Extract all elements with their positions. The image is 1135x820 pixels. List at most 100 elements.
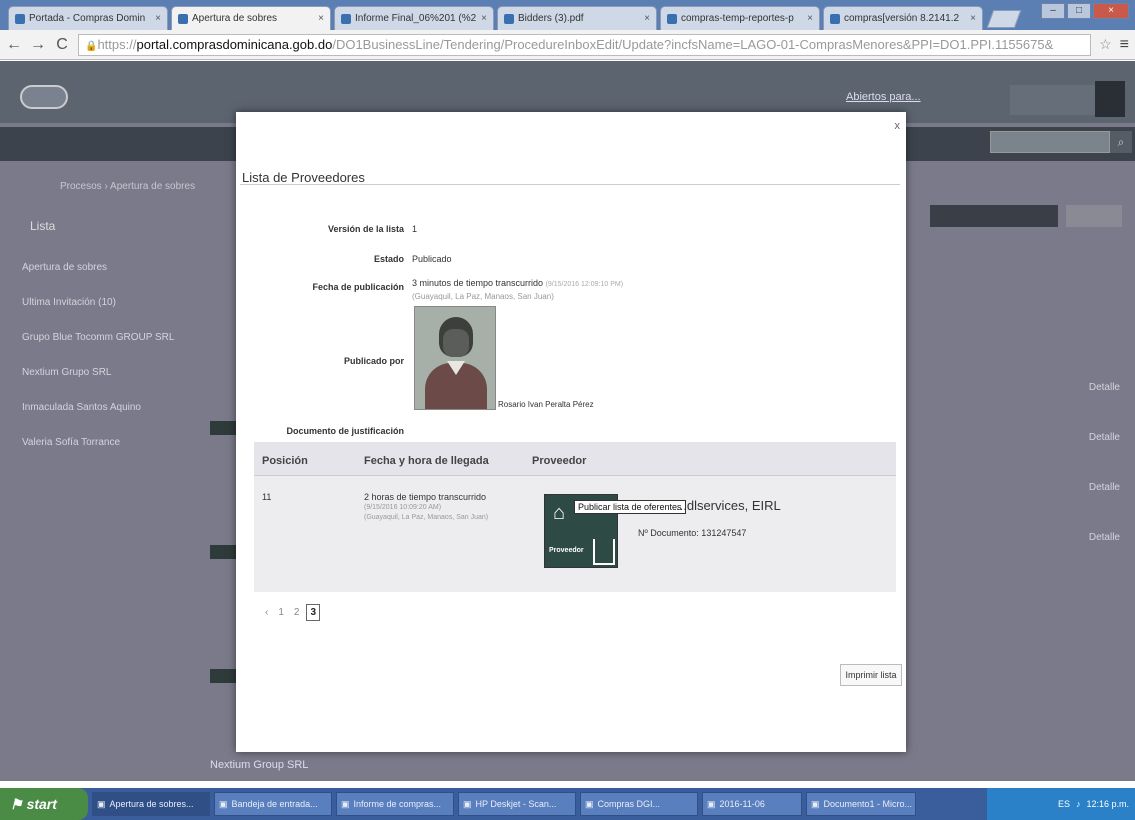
tab-close-icon[interactable]: × [970, 13, 976, 24]
justificacion-label: Documento de justificación [286, 426, 404, 436]
table-header: Posición Fecha y hora de llegada Proveed… [254, 442, 896, 476]
maximize-button[interactable]: □ [1067, 3, 1091, 19]
header-link[interactable]: Abiertos para... [846, 91, 921, 103]
site-search-input[interactable] [990, 131, 1110, 153]
tab-close-icon[interactable]: × [807, 13, 813, 24]
favicon-icon [341, 13, 351, 24]
windows-flag-icon: ⚑ [10, 795, 23, 812]
list-item[interactable]: Grupo Blue Tocomm GROUP SRL [22, 331, 202, 344]
list-item[interactable]: Apertura de sobres [22, 261, 202, 274]
taskbar-item[interactable]: ▣ Informe de compras... [336, 792, 454, 816]
back-arrow-icon[interactable]: ← [6, 36, 22, 54]
column-header-proveedor[interactable]: Proveedor [532, 455, 586, 467]
os-taskbar: ⚑ start ▣ Apertura de sobres... ▣ Bandeja d… [0, 788, 1135, 820]
publicado-label: Publicado por [343, 356, 404, 366]
taskbar-item[interactable]: ▣ Documento1 - Micro... [806, 792, 916, 816]
detail-link[interactable]: Detalle [920, 531, 1120, 545]
url-scheme: https:// [97, 36, 137, 52]
publicado-value[interactable]: Rosario Ivan Peralta Pérez [498, 400, 594, 409]
pagination: ‹ 1 2 3 [262, 604, 321, 621]
bg-bottom-label: Nextium Group SRL [210, 759, 309, 771]
padlock-icon: ⌂ [553, 502, 566, 524]
modal-close-icon[interactable]: x [895, 120, 901, 132]
app-icon: ▣ [463, 798, 472, 809]
proveedor-name[interactable]: ...dlservices, EIRL [676, 498, 781, 513]
browser-tab[interactable]: Informe Final_06%201 (%2 × [334, 6, 494, 30]
fecha-cell: 2 horas de tiempo transcurrido [364, 492, 487, 502]
browser-tab[interactable]: Bidders (3).pdf × [497, 6, 657, 30]
bg-marker [210, 669, 238, 683]
bg-action-button[interactable] [930, 205, 1058, 227]
list-item[interactable]: Inmaculada Santos Aquino [22, 401, 202, 414]
url-path: /DO1BusinessLine/Tendering/ProcedureInbo… [332, 36, 1054, 52]
taskbar-item-label: Compras DGI... [597, 799, 661, 809]
browser-menu-icon[interactable]: ≡ [1120, 36, 1129, 54]
taskbar-item[interactable]: ▣ 2016-11-06 [702, 792, 802, 816]
browser-tab[interactable]: Portada - Compras Domin × [8, 6, 168, 30]
bookmark-star-icon[interactable]: ☆ [1099, 36, 1112, 53]
posicion-cell: 11 [262, 492, 272, 502]
page-link[interactable]: 1 [275, 605, 287, 620]
list-item[interactable]: Ultima Invitación (10) [22, 296, 202, 309]
tab-close-icon[interactable]: × [318, 13, 324, 24]
title-divider [240, 184, 900, 185]
reload-icon[interactable]: C [54, 36, 70, 54]
estado-value: Publicado [412, 254, 452, 264]
list-item[interactable]: Valeria Sofía Torrance [22, 436, 202, 449]
browser-tab-active[interactable]: Apertura de sobres × [171, 6, 331, 30]
site-logo [20, 85, 68, 109]
search-icon[interactable]: ⌕ [1110, 131, 1132, 153]
fecha-elapsed: 3 minutos de tiempo transcurrido [412, 278, 544, 288]
fecha-cell-meta: (9/15/2016 10:09:20 AM) [364, 504, 442, 511]
minimize-button[interactable]: – [1041, 3, 1065, 19]
avatar-face [443, 329, 469, 357]
app-icon: ▣ [341, 798, 350, 809]
taskbar-item[interactable]: ▣ Compras DGI... [580, 792, 698, 816]
fecha-value: 3 minutos de tiempo transcurrido (9/15/2… [412, 278, 623, 288]
list-item[interactable]: Nextium Grupo SRL [22, 366, 202, 379]
tab-close-icon[interactable]: × [481, 13, 487, 24]
taskbar-item[interactable]: ▣ Bandeja de entrada... [214, 792, 332, 816]
detail-link[interactable]: Detalle [920, 381, 1120, 395]
taskbar-item-label: Informe de compras... [353, 799, 442, 809]
url-domain: portal.comprasdominicana.gob.do [136, 36, 333, 52]
new-tab-button[interactable] [986, 10, 1022, 28]
print-list-button[interactable]: Imprimir lista [840, 664, 902, 686]
clock[interactable]: 12:16 p.m. [1086, 799, 1129, 809]
page-link-current[interactable]: 3 [306, 604, 321, 621]
forward-arrow-icon[interactable]: → [30, 36, 46, 54]
proveedores-modal: x Lista de Proveedores Versión de la lis… [236, 112, 906, 752]
taskbar-item[interactable]: ▣ Apertura de sobres... [92, 792, 210, 816]
fecha-meta: (9/15/2016 12:09:10 PM) [545, 281, 624, 288]
tab-close-icon[interactable]: × [644, 13, 650, 24]
tooltip: Publicar lista de oferentes [574, 500, 686, 514]
app-icon: ▣ [97, 798, 106, 809]
taskbar-item[interactable]: ▣ HP Deskjet - Scan... [458, 792, 576, 816]
url-input[interactable]: 🔒https://portal.comprasdominicana.gob.do… [78, 33, 1092, 56]
language-indicator[interactable]: ES [1058, 799, 1070, 809]
window-controls: – □ × [1041, 3, 1129, 19]
system-tray: ES ♪ 12:16 p.m. [987, 788, 1135, 820]
favicon-icon [504, 13, 514, 24]
browser-tab[interactable]: compras-temp-reportes-p × [660, 6, 820, 30]
start-button[interactable]: ⚑ start [0, 788, 88, 820]
bg-secondary-button[interactable] [1066, 205, 1122, 227]
app-icon: ▣ [219, 798, 228, 809]
bg-marker [210, 545, 238, 559]
column-header-fecha[interactable]: Fecha y hora de llegada [364, 455, 489, 467]
favicon-icon [15, 13, 25, 24]
user-menu[interactable] [1010, 85, 1095, 115]
speaker-icon[interactable]: ♪ [1076, 799, 1081, 809]
header-toggle[interactable] [1095, 81, 1125, 117]
app-icon: ▣ [707, 798, 716, 809]
window-close-button[interactable]: × [1093, 3, 1129, 19]
column-header-posicion[interactable]: Posición [262, 455, 308, 467]
fecha-cell-zone: (Guayaquil, La Paz, Manaos, San Juan) [364, 514, 489, 521]
tab-close-icon[interactable]: × [155, 13, 161, 24]
proveedor-document: Nº Documento: 131247547 [638, 528, 747, 538]
detail-link[interactable]: Detalle [920, 481, 1120, 495]
page-link[interactable]: 2 [291, 605, 303, 620]
prev-page-button[interactable]: ‹ [262, 605, 271, 620]
browser-tab[interactable]: compras[versión 8.2141.2 × [823, 6, 983, 30]
detail-link[interactable]: Detalle [920, 431, 1120, 445]
